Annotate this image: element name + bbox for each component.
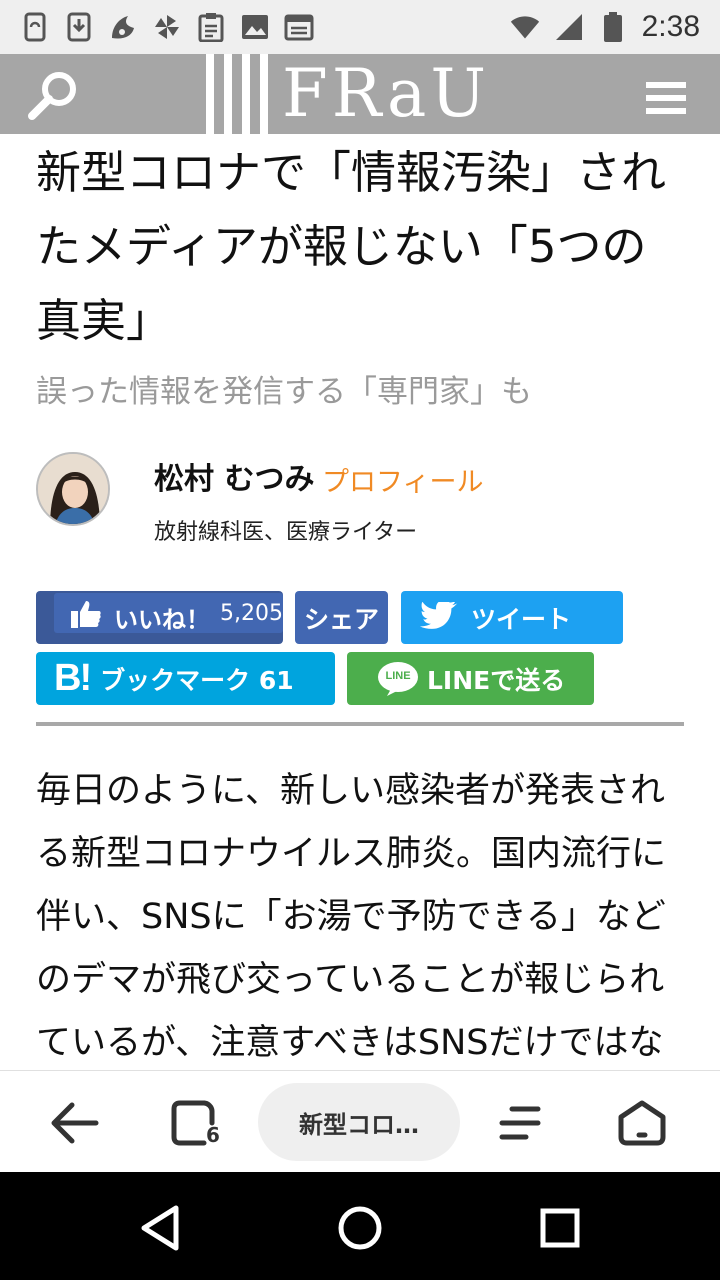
line-badge-text: LINE	[385, 669, 411, 682]
notification-icons	[20, 12, 314, 42]
divider	[36, 722, 684, 726]
hatena-bookmark-button[interactable]: B! ブックマーク 61	[36, 652, 335, 705]
twitter-bird-icon	[419, 601, 459, 634]
url-bar[interactable]: 新型コロ…	[258, 1083, 460, 1161]
image-icon	[240, 12, 270, 42]
status-time: 2:38	[641, 10, 700, 43]
hamburger-menu-icon	[646, 82, 686, 114]
tabs-icon: 6	[170, 1099, 222, 1147]
home-icon	[618, 1100, 666, 1146]
nav-home-button[interactable]	[332, 1200, 388, 1256]
hatena-b-icon: B!	[54, 657, 92, 699]
phone-sync-icon	[20, 12, 50, 42]
tabs-button[interactable]: 6	[166, 1093, 226, 1153]
line-logo-icon: LINE	[377, 661, 419, 697]
menu-lines-button[interactable]	[490, 1093, 550, 1153]
download-icon	[64, 12, 94, 42]
nav-home-icon	[338, 1206, 382, 1250]
status-bar: 2:38	[0, 0, 720, 54]
line-share-button[interactable]: LINE LINEで送る	[347, 652, 594, 705]
tweet-button[interactable]: ツイート	[401, 591, 623, 644]
site-header: FRaU	[0, 54, 720, 134]
author-role: 放射線科医、医療ライター	[154, 520, 418, 545]
author-profile-link[interactable]: プロフィール	[322, 460, 483, 499]
system-status: 2:38	[510, 10, 700, 44]
back-button[interactable]	[44, 1093, 104, 1153]
home-button[interactable]	[612, 1093, 672, 1153]
logo-bars	[206, 54, 268, 134]
logo-text: FRaU	[282, 55, 490, 132]
nav-recents-icon	[540, 1208, 580, 1248]
tab-count: 6	[206, 1123, 220, 1147]
article-subtitle: 誤った情報を発信する「専門家」も	[36, 374, 532, 410]
signal-icon	[554, 12, 584, 42]
system-navigation-bar	[0, 1172, 720, 1280]
battery-icon	[598, 12, 628, 42]
browser-toolbar: 6 新型コロ…	[0, 1070, 720, 1172]
avatar-image	[38, 454, 108, 524]
site-logo[interactable]: FRaU	[206, 54, 506, 134]
url-text: 新型コロ…	[299, 1110, 419, 1139]
thumbs-up-icon	[70, 599, 102, 633]
search-icon	[28, 72, 76, 120]
tweet-label: ツイート	[471, 604, 572, 634]
facebook-share-button[interactable]: シェア	[295, 591, 388, 644]
like-label: いいね！	[114, 606, 210, 634]
nav-back-icon	[141, 1205, 179, 1251]
line-label: LINEで送る	[427, 665, 566, 695]
back-arrow-icon	[51, 1102, 99, 1144]
search-button[interactable]	[26, 68, 82, 124]
wifi-icon	[510, 12, 540, 42]
clipboard-icon	[196, 12, 226, 42]
article-body: 毎日のように、新しい感染者が発表される新型コロナウイルス肺炎。国内流行に伴い、S…	[36, 771, 667, 1063]
menu-button[interactable]	[640, 78, 692, 118]
hatena-label: ブックマーク 61	[100, 665, 294, 695]
nav-back-button[interactable]	[132, 1200, 188, 1256]
fb-share-label: シェア	[303, 604, 379, 634]
article-title: 新型コロナで「情報汚染」されたメディアが報じない「5つの真実」	[36, 146, 667, 347]
uc-browser-icon	[108, 12, 138, 42]
menu-lines-icon	[499, 1106, 541, 1140]
facebook-like-button[interactable]: いいね！ 5,205	[36, 591, 283, 644]
nav-recents-button[interactable]	[532, 1200, 588, 1256]
author-avatar[interactable]	[36, 452, 110, 526]
calendar-icon	[284, 12, 314, 42]
screen: 2:38 FRaU 新型コロナで「情報汚染」されたメディアが報じない「5つの真実…	[0, 0, 720, 1280]
author-name[interactable]: 松村 むつみ	[154, 454, 314, 498]
pinwheel-icon	[152, 12, 182, 42]
like-count: 5,205	[220, 601, 283, 626]
